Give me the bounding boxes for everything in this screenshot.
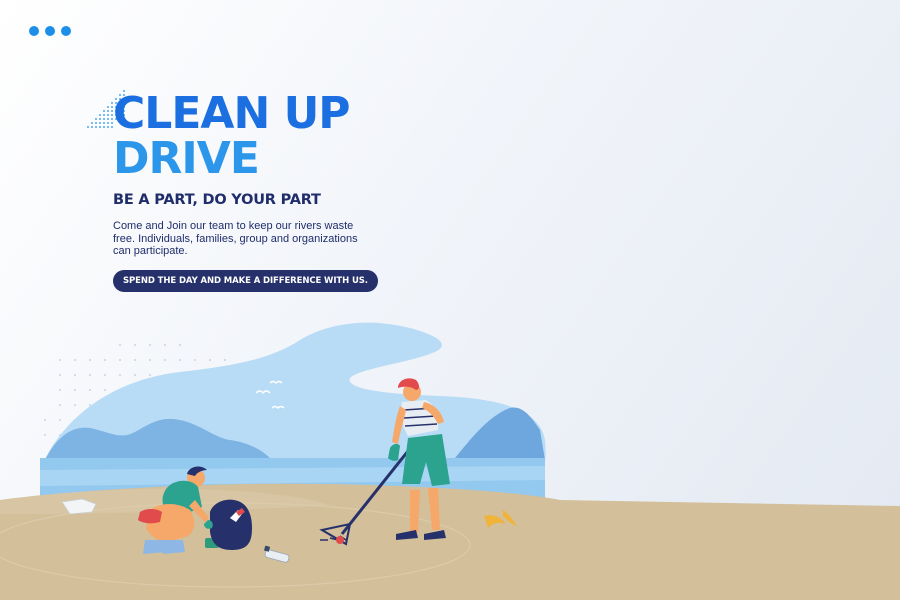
trash-bag — [210, 499, 252, 550]
beach-cleanup-illustration — [0, 322, 900, 600]
